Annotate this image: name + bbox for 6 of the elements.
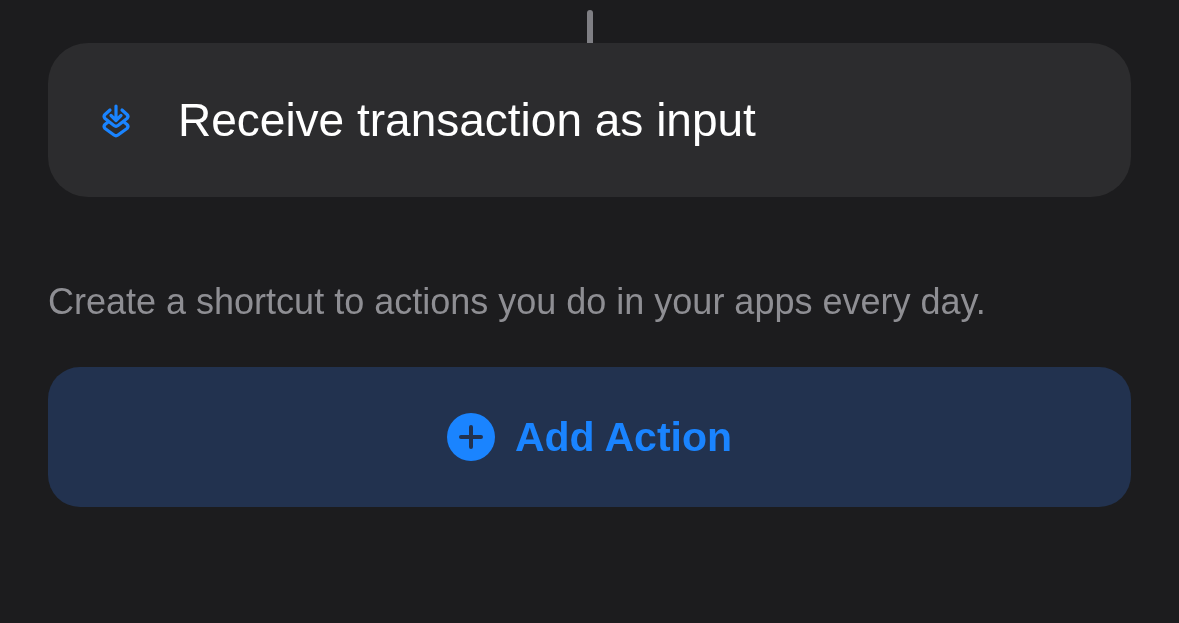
- description-text: Create a shortcut to actions you do in your apps every day.: [48, 280, 987, 324]
- action-card[interactable]: Receive transaction as input: [48, 43, 1131, 197]
- connector-line: [586, 10, 593, 43]
- action-label: Receive transaction as input: [178, 93, 756, 147]
- plus-circle-icon: [446, 413, 495, 461]
- add-action-button[interactable]: Add Action: [48, 367, 1131, 507]
